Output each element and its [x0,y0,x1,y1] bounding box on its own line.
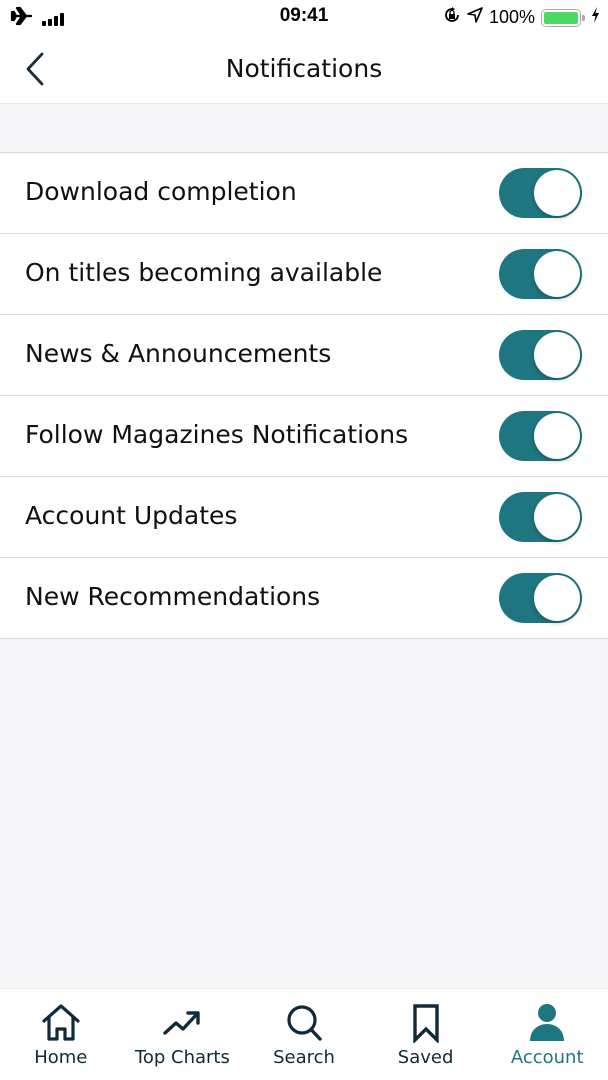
tab-saved[interactable]: Saved [365,989,487,1080]
toggle-knob [534,575,580,621]
charging-icon [591,7,600,28]
notification-settings-list: Download completion On titles becoming a… [0,152,608,639]
setting-label: Follow Magazines Notifications [25,420,409,449]
battery-icon [541,8,585,27]
battery-percent: 100% [488,7,535,27]
person-icon [526,1003,568,1043]
setting-row-account-updates: Account Updates [0,477,608,558]
setting-row-follow-magazines: Follow Magazines Notifications [0,396,608,477]
trending-up-icon [161,1003,203,1043]
toggle-knob [534,170,580,216]
toggle-knob [534,413,580,459]
toggle-knob [534,494,580,540]
status-bar: 09:41 100% [0,0,608,34]
news-announcements-toggle[interactable] [499,330,582,380]
setting-label: New Recommendations [25,582,321,611]
setting-label: On titles becoming available [25,258,383,287]
location-icon [467,7,483,28]
page-title: Notifications [225,54,383,83]
navigation-bar: Notifications [0,34,608,104]
setting-label: News & Announcements [25,339,332,368]
tab-label: Search [273,1047,335,1068]
tab-search[interactable]: Search [243,989,365,1080]
search-icon [283,1003,325,1043]
setting-label: Download completion [25,177,297,206]
tab-label: Home [34,1047,88,1068]
setting-row-titles-available: On titles becoming available [0,234,608,315]
new-recommendations-toggle[interactable] [499,573,582,623]
setting-row-new-recommendations: New Recommendations [0,558,608,639]
tab-label: Top Charts [134,1047,230,1068]
account-updates-toggle[interactable] [499,492,582,542]
tab-account[interactable]: Account [486,989,608,1080]
tab-label: Account [510,1047,584,1068]
setting-row-download-completion: Download completion [0,153,608,234]
tab-home[interactable]: Home [0,989,122,1080]
setting-row-news-announcements: News & Announcements [0,315,608,396]
setting-label: Account Updates [25,501,238,530]
tab-label: Saved [397,1047,454,1068]
orientation-lock-icon [443,6,461,29]
download-completion-toggle[interactable] [499,168,582,218]
toggle-knob [534,251,580,297]
tab-bar: Home Top Charts Search Saved Account [0,988,608,1080]
titles-available-toggle[interactable] [499,249,582,299]
tab-top-charts[interactable]: Top Charts [122,989,244,1080]
home-icon [40,1003,82,1043]
follow-magazines-toggle[interactable] [499,411,582,461]
bookmark-icon [405,1003,447,1043]
toggle-knob [534,332,580,378]
